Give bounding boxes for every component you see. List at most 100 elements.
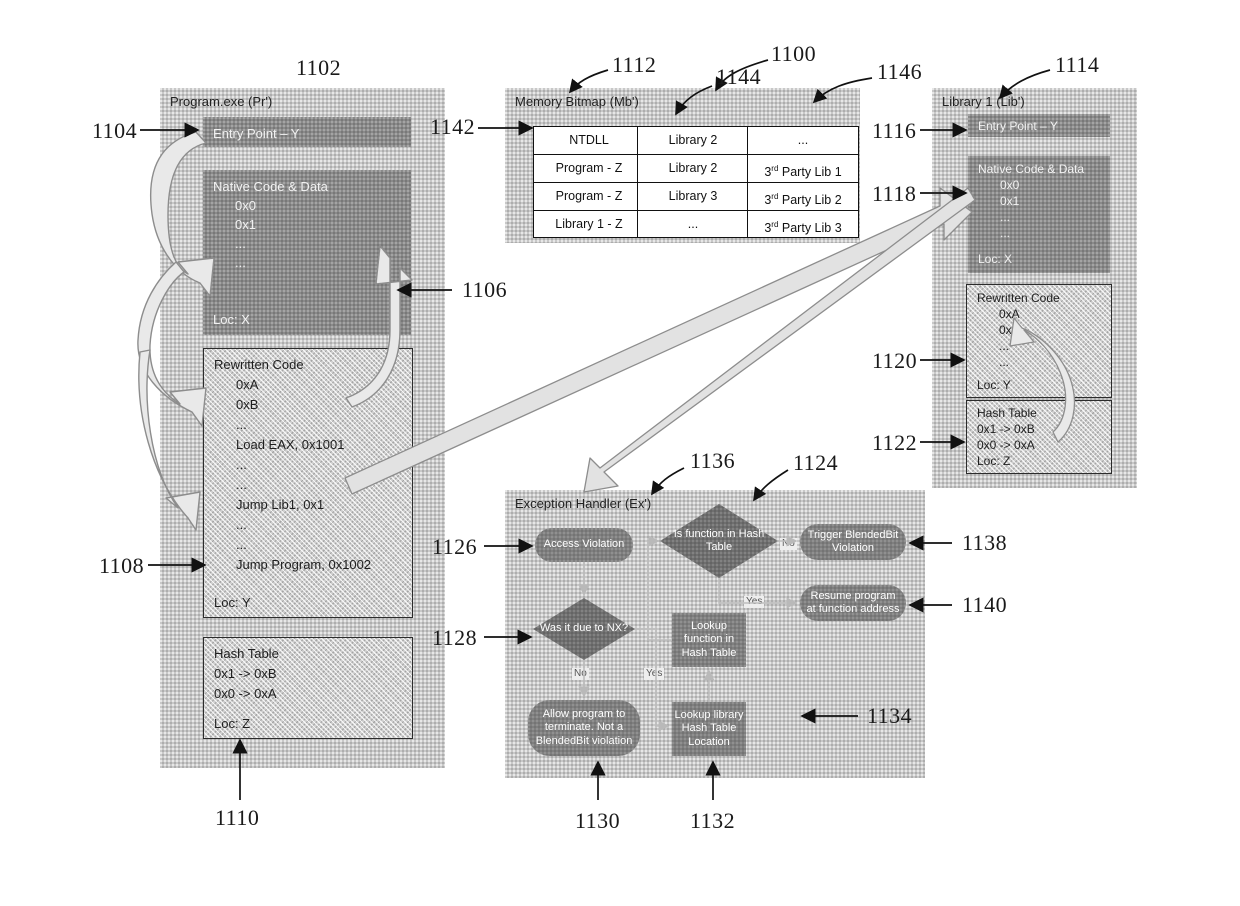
program-native-loc: Loc: X — [213, 312, 250, 327]
library-native-line-3: ... — [1000, 226, 1011, 240]
library-hash-heading: Hash Table — [977, 406, 1037, 420]
refnum-1144: 1144 — [716, 64, 762, 89]
library-native-line-1: 0x1 — [1000, 194, 1020, 208]
program-hash-heading: Hash Table — [214, 646, 279, 661]
program-rewritten-loc: Loc: Y — [214, 595, 251, 610]
node-resume-program[interactable]: Resume program at function address — [800, 585, 906, 621]
node-trigger-blendedbit-violation-label: Trigger BlendedBit Violation — [807, 528, 899, 555]
refnum-1122: 1122 — [872, 430, 918, 455]
refnum-1104: 1104 — [92, 118, 138, 143]
node-is-function-in-hash-table[interactable]: Is function in Hash Table — [660, 504, 778, 578]
refnum-1146: 1146 — [877, 59, 923, 84]
table-row: 3rd Party Lib 1 — [748, 155, 858, 183]
node-trigger-blendedbit-violation[interactable]: Trigger BlendedBit Violation — [800, 524, 906, 560]
program-rewritten-line-4: ... — [236, 457, 247, 472]
edge-label-no-nx: No — [572, 668, 589, 680]
node-was-it-due-to-nx[interactable]: Was it due to NX? — [533, 598, 635, 660]
table-row: Library 1 - Z — [555, 217, 623, 231]
program-native-heading: Native Code & Data — [213, 179, 328, 194]
figure-canvas: Program.exe (Pr') Entry Point – Y Native… — [0, 0, 1240, 906]
program-rewritten-line-9: Jump Program, 0x1002 — [236, 557, 372, 572]
program-rewritten-line-6: Jump Lib1, 0x1 — [236, 497, 325, 512]
program-hash-loc: Loc: Z — [214, 716, 251, 731]
refnum-1110: 1110 — [215, 805, 260, 830]
program-rewritten-heading: Rewritten Code — [214, 357, 304, 372]
table-row: Library 3 — [638, 183, 748, 211]
library-rewritten-line-1: 0xB — [999, 323, 1020, 337]
refnum-1120: 1120 — [872, 348, 918, 373]
program-entry-point-label: Entry Point – Y — [213, 126, 300, 141]
refnum-1128: 1128 — [432, 625, 478, 650]
refnum-1124: 1124 — [793, 450, 839, 475]
refnum-1106: 1106 — [462, 277, 508, 302]
refnum-1136: 1136 — [690, 448, 736, 473]
node-is-function-in-hash-table-label: Is function in Hash Table — [673, 527, 765, 554]
table-cell-text: 3rd Party Lib 3 — [764, 220, 842, 236]
library-rewritten-heading: Rewritten Code — [977, 291, 1060, 305]
library-hash-line-0: 0x1 -> 0xB — [977, 422, 1035, 436]
node-lookup-library-hash-table-label: Lookup library Hash Table Location — [674, 708, 744, 748]
program-native-line-2: ... — [235, 236, 246, 251]
edge-label-no-nx-text: No — [574, 668, 587, 679]
refnum-1116: 1116 — [872, 118, 917, 143]
table-row: 3rd Party Lib 2 — [748, 183, 858, 211]
library-hash-line-1: 0x0 -> 0xA — [977, 438, 1035, 452]
edge-label-yes-nx: Yes — [644, 668, 665, 680]
exception-handler-panel-title: Exception Handler (Ex') — [515, 496, 652, 511]
library-native-line-2: ... — [1000, 210, 1011, 224]
program-panel-title: Program.exe (Pr') — [170, 94, 273, 109]
node-access-violation-label: Access Violation — [543, 538, 625, 551]
refnum-1130: 1130 — [575, 808, 621, 833]
node-allow-terminate[interactable]: Allow program to terminate. Not a Blende… — [528, 700, 640, 756]
table-cell-text: 3rd Party Lib 1 — [764, 164, 842, 180]
refnum-1112: 1112 — [612, 52, 657, 77]
node-access-violation[interactable]: Access Violation — [535, 528, 633, 562]
table-row: NTDLL — [534, 127, 644, 155]
program-rewritten-line-8: ... — [236, 537, 247, 552]
program-hash-table-block: Hash Table 0x1 -> 0xB 0x0 -> 0xA Loc: Z — [203, 637, 413, 739]
refnum-1132: 1132 — [690, 808, 736, 833]
memory-bitmap-table-2: Library 2 Library 2 Library 3 ... — [637, 126, 749, 238]
program-rewritten-line-5: ... — [236, 477, 247, 492]
library-native-code-block: Native Code & Data 0x0 0x1 ... ... Loc: … — [968, 156, 1110, 273]
table-row: Library 2 — [638, 155, 748, 183]
library-entry-point-label: Entry Point – Y — [978, 119, 1058, 133]
refnum-1126: 1126 — [432, 534, 478, 559]
refnum-1108: 1108 — [99, 553, 145, 578]
node-lookup-library-hash-table[interactable]: Lookup library Hash Table Location — [672, 702, 746, 756]
library-rewritten-line-2: ... — [999, 339, 1010, 353]
library-panel-title: Library 1 (Lib') — [942, 94, 1025, 109]
node-lookup-function-in-hash-table[interactable]: Lookup function in Hash Table — [672, 613, 746, 667]
edge-label-yes-hash: Yes — [744, 596, 765, 608]
program-rewritten-line-3: Load EAX, 0x1001 — [236, 437, 345, 452]
program-hash-line-0: 0x1 -> 0xB — [214, 666, 277, 681]
library-native-loc: Loc: X — [978, 252, 1013, 266]
table-row: ... — [748, 127, 858, 155]
refnum-1102: 1102 — [296, 55, 342, 80]
program-rewritten-line-2: ... — [236, 417, 247, 432]
refnum-1140: 1140 — [962, 592, 1008, 617]
memory-bitmap-panel-title: Memory Bitmap (Mb') — [515, 94, 639, 109]
library-hash-loc: Loc: Z — [977, 454, 1011, 468]
program-rewritten-code-block: Rewritten Code 0xA 0xB ... Load EAX, 0x1… — [203, 348, 413, 618]
program-native-line-3: ... — [235, 255, 246, 270]
table-row: 3rd Party Lib 3 — [748, 211, 858, 238]
refnum-1138: 1138 — [962, 530, 1008, 555]
program-native-code-block: Native Code & Data 0x0 0x1 ... ... Loc: … — [203, 170, 411, 335]
table-row: ... — [687, 217, 699, 231]
refnum-1142: 1142 — [430, 114, 476, 139]
edge-label-yes-nx-text: Yes — [646, 668, 663, 679]
program-rewritten-line-0: 0xA — [236, 377, 259, 392]
library-rewritten-line-3: ... — [999, 355, 1010, 369]
library-rewritten-loc: Loc: Y — [977, 378, 1011, 392]
edge-label-no-hash-text: No — [782, 538, 795, 549]
refnum-1134: 1134 — [867, 703, 913, 728]
library-rewritten-line-0: 0xA — [999, 307, 1020, 321]
program-native-line-0: 0x0 — [235, 198, 256, 213]
refnum-1118: 1118 — [872, 181, 917, 206]
node-lookup-function-in-hash-table-label: Lookup function in Hash Table — [681, 619, 737, 659]
table-row: Program - Z — [534, 155, 644, 183]
program-rewritten-line-1: 0xB — [236, 397, 259, 412]
node-resume-program-label: Resume program at function address — [806, 589, 900, 616]
memory-bitmap-table-1: NTDLL Program - Z Program - Z Library 1 … — [533, 126, 645, 238]
